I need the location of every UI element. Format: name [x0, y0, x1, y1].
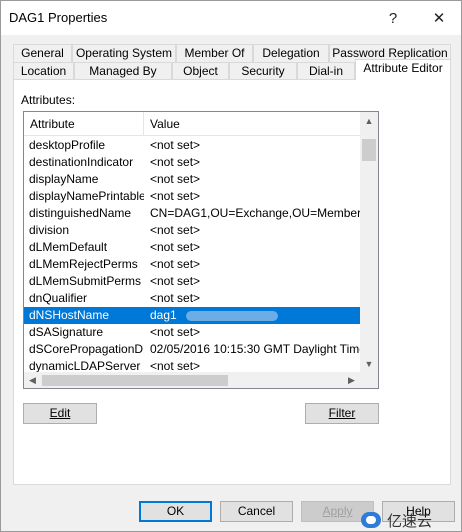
edit-button-label: Edit: [49, 406, 71, 420]
ok-button[interactable]: OK: [139, 501, 212, 522]
list-item[interactable]: division <not set>: [24, 222, 360, 239]
tab-delegation[interactable]: Delegation: [253, 44, 329, 63]
column-header-attribute[interactable]: Attribute: [24, 112, 144, 136]
attribute-name: dSASignature: [29, 325, 104, 339]
attribute-value: <not set>: [150, 257, 201, 271]
horizontal-scroll-thumb[interactable]: [42, 375, 228, 386]
attribute-value: <not set>: [150, 291, 201, 305]
attribute-value: <not set>: [150, 172, 201, 186]
scroll-down-icon[interactable]: ▼: [360, 355, 378, 372]
scroll-right-icon[interactable]: ▶: [343, 372, 360, 388]
attribute-value: <not set>: [150, 223, 201, 237]
window-title: DAG1 Properties: [9, 10, 108, 25]
list-item[interactable]: dLMemSubmitPerms <not set>: [24, 273, 360, 290]
tab-attribute-editor[interactable]: Attribute Editor: [355, 59, 451, 80]
help-icon[interactable]: ?: [373, 1, 413, 35]
scroll-up-icon[interactable]: ▲: [360, 112, 378, 129]
horizontal-scrollbar[interactable]: ◀ ▶: [24, 372, 360, 388]
list-item[interactable]: destinationIndicator <not set>: [24, 154, 360, 171]
attribute-value: <not set>: [150, 325, 201, 339]
properties-dialog: DAG1 Properties ? ✕ General Operating Sy…: [0, 0, 462, 532]
list-item[interactable]: dSCorePropagationD... 02/05/2016 10:15:30…: [24, 341, 360, 358]
attribute-value: <not set>: [150, 189, 201, 203]
scroll-left-icon[interactable]: ◀: [24, 372, 41, 388]
attribute-name: displayName: [29, 172, 99, 186]
list-item[interactable]: distinguishedName CN=DAG1,OU=Exchange,OU=…: [24, 205, 360, 222]
tab-operating-system[interactable]: Operating System: [72, 44, 176, 63]
attribute-value: <not set>: [150, 138, 201, 152]
list-item[interactable]: dynamicLDAPServer <not set>: [24, 358, 360, 372]
attribute-value: <not set>: [150, 274, 201, 288]
tab-general[interactable]: General: [13, 44, 72, 63]
attribute-name: division: [29, 223, 70, 237]
attribute-name: dSCorePropagationD...: [29, 342, 144, 356]
attribute-name: displayNamePrintable: [29, 189, 144, 203]
edit-button[interactable]: Edit: [23, 403, 97, 424]
attribute-name: dynamicLDAPServer: [29, 359, 141, 372]
list-item[interactable]: dLMemDefault <not set>: [24, 239, 360, 256]
redaction-blur: [186, 311, 278, 321]
filter-button[interactable]: Filter: [305, 403, 379, 424]
column-header-value[interactable]: Value: [144, 112, 360, 136]
watermark-logo-icon: [361, 512, 381, 528]
list-item[interactable]: displayNamePrintable <not set>: [24, 188, 360, 205]
cancel-button[interactable]: Cancel: [220, 501, 293, 522]
list-header: Attribute Value: [24, 112, 360, 136]
watermark-text: 亿速云: [387, 512, 433, 530]
list-item[interactable]: desktopProfile <not set>: [24, 137, 360, 154]
apply-button-label: Apply: [322, 504, 353, 518]
attribute-value: <not set>: [150, 240, 201, 254]
watermark: 亿速云: [361, 509, 461, 531]
attribute-name: dLMemRejectPerms: [29, 257, 138, 271]
close-icon[interactable]: ✕: [419, 1, 459, 35]
scrollbar-corner: [360, 372, 378, 388]
attribute-name: dLMemSubmitPerms: [29, 274, 142, 288]
attribute-name: dNSHostName: [29, 308, 110, 322]
vertical-scroll-thumb[interactable]: [362, 139, 376, 161]
list-item[interactable]: dNSHostName dag1: [24, 307, 360, 324]
attribute-name: distinguishedName: [29, 206, 132, 220]
list-item[interactable]: dSASignature <not set>: [24, 324, 360, 341]
attributes-label: Attributes:: [21, 93, 76, 107]
attributes-list[interactable]: Attribute Value desktopProfile <not set> d…: [23, 111, 379, 389]
attribute-value: CN=DAG1,OU=Exchange,OU=Member Serv: [150, 206, 360, 220]
attribute-value: 02/05/2016 10:15:30 GMT Daylight Time; 0: [150, 342, 360, 356]
list-rows: desktopProfile <not set> destinationIndica…: [24, 137, 360, 372]
attribute-name: dnQualifier: [29, 291, 88, 305]
attribute-value: <not set>: [150, 359, 201, 372]
attribute-name: desktopProfile: [29, 138, 106, 152]
list-item[interactable]: displayName <not set>: [24, 171, 360, 188]
list-item[interactable]: dLMemRejectPerms <not set>: [24, 256, 360, 273]
vertical-scrollbar[interactable]: ▲ ▼: [360, 112, 378, 372]
attribute-name: destinationIndicator: [29, 155, 134, 169]
list-item[interactable]: dnQualifier <not set>: [24, 290, 360, 307]
tab-member-of[interactable]: Member Of: [176, 44, 253, 63]
title-bar: DAG1 Properties ? ✕: [1, 1, 461, 35]
attribute-value: <not set>: [150, 155, 201, 169]
filter-button-label: Filter: [328, 406, 356, 420]
attribute-name: dLMemDefault: [29, 240, 108, 254]
